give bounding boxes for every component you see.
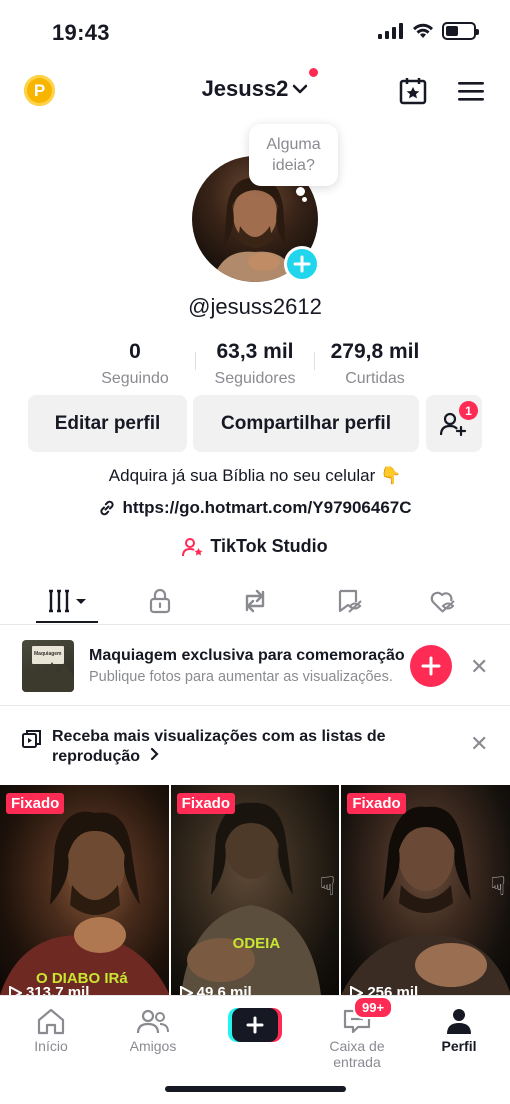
profile-icon [447, 1009, 471, 1034]
promo-title: Maquiagem exclusiva para comemoração [89, 647, 405, 664]
calendar-star-icon[interactable] [396, 74, 430, 108]
menu-icon[interactable] [454, 74, 488, 108]
username-label: Jesuss2 [201, 76, 289, 101]
trees-graphic [22, 662, 74, 692]
nav-profile[interactable]: Perfil [409, 1004, 509, 1054]
hand-pointer-icon: ☟ [319, 871, 336, 901]
stat-likes[interactable]: 279,8 mil Curtidas [320, 340, 430, 388]
play-icon [179, 985, 193, 995]
active-tab-indicator [36, 621, 98, 623]
add-avatar-button[interactable] [284, 246, 320, 282]
edit-profile-button[interactable]: Editar perfil [28, 395, 187, 452]
promo-subtitle: Publique fotos para aumentar as visualiz… [89, 669, 393, 685]
home-icon [37, 1008, 65, 1035]
video-thumbnail[interactable]: Fixado O DIABO IRá 313,7 mil [0, 785, 169, 995]
video-thumbnail[interactable]: Fixado ODEIA ☟ 49,6 mil [170, 785, 340, 995]
plus-icon [421, 656, 441, 676]
stat-value: 63,3 mil [216, 340, 294, 363]
heart-hidden-icon [430, 591, 455, 613]
tab-liked[interactable] [423, 586, 463, 616]
tab-private[interactable] [140, 586, 180, 616]
pinned-badge: Fixado [347, 793, 406, 814]
stat-value: 0 [129, 340, 141, 363]
stat-followers[interactable]: 63,3 mil Seguidores [200, 340, 310, 388]
video-art [341, 806, 510, 995]
stat-following[interactable]: 0 Seguindo [80, 340, 190, 388]
close-icon[interactable]: ✕ [470, 654, 488, 680]
pinned-badge: Fixado [6, 793, 65, 814]
stat-label: Seguindo [101, 370, 169, 387]
tab-reposts[interactable] [235, 586, 275, 616]
lock-icon [149, 588, 171, 614]
video-art [180, 802, 321, 995]
profile-bio: Adquira já sua Bíblia no seu celular 👇 [108, 466, 402, 485]
plus-icon [246, 1016, 264, 1034]
bubble-tail [296, 187, 305, 196]
stat-divider [314, 352, 315, 370]
tiktok-studio-link[interactable]: TikTok Studio [0, 536, 510, 557]
bubble-line-1: Alguma [266, 136, 321, 153]
nav-label: Amigos [129, 1038, 177, 1054]
link-text: https://go.hotmart.com/Y97906467C [122, 498, 412, 517]
studio-label: TikTok Studio [210, 536, 328, 556]
pinned-badge: Fixado [176, 793, 236, 814]
nav-label: Perfil [441, 1038, 477, 1054]
playlist-banner[interactable]: Receba mais visualizações com as listas … [0, 707, 510, 784]
inbox-badge: 99+ [353, 996, 394, 1019]
profile-tabs [0, 578, 510, 625]
play-icon [350, 985, 364, 995]
status-time: 19:43 [52, 20, 110, 45]
video-views: 313,7 mil [8, 984, 89, 995]
home-indicator [165, 1086, 346, 1092]
repost-icon [245, 589, 265, 613]
person-star-icon [182, 537, 203, 556]
video-overlay-text: ODEIA [232, 935, 281, 952]
wifi-icon [413, 23, 433, 38]
video-views: 256 mil [349, 984, 418, 995]
chevron-down-icon [293, 84, 308, 94]
status-icons [378, 22, 479, 40]
hand-pointer-icon: ☟ [490, 871, 507, 901]
tab-videos[interactable] [46, 586, 86, 616]
stat-value: 279,8 mil [330, 340, 420, 363]
share-profile-button[interactable]: Compartilhar perfil [193, 395, 419, 452]
chevron-right-icon [151, 747, 160, 761]
profile-link[interactable]: https://go.hotmart.com/Y97906467C [0, 498, 510, 518]
videos-grid-icon [49, 589, 86, 613]
stat-label: Curtidas [345, 370, 405, 387]
link-icon [100, 500, 115, 516]
notification-dot [309, 68, 319, 77]
bubble-line-2: ideia? [272, 157, 315, 174]
bubble-tail-small [302, 197, 307, 202]
video-views: 49,6 mil [179, 984, 252, 995]
idea-bubble[interactable]: Alguma ideia? [249, 124, 338, 186]
nav-friends[interactable]: Amigos [103, 1004, 203, 1054]
profile-handle: @jesuss2612 [188, 294, 322, 319]
nav-label: Início [34, 1038, 68, 1054]
create-button[interactable] [228, 1008, 282, 1042]
promo-add-button[interactable] [410, 645, 452, 687]
stat-divider [195, 352, 196, 370]
close-icon[interactable]: ✕ [470, 731, 488, 757]
promo-thumbnail: Maquiagem [22, 640, 74, 692]
playlist-title: Receba mais visualizações com as listas … [52, 728, 386, 765]
bookmark-hidden-icon [338, 589, 362, 613]
play-icon [9, 985, 22, 995]
battery-icon [442, 22, 479, 40]
video-art [0, 811, 169, 995]
nav-label: Caixa de entrada [329, 1038, 385, 1070]
username-switcher[interactable]: Jesuss2 [0, 68, 510, 102]
tab-favorites[interactable] [330, 586, 370, 616]
playlist-icon [22, 730, 41, 748]
stat-label: Seguidores [214, 370, 296, 387]
nav-home[interactable]: Início [1, 1004, 101, 1054]
video-thumbnail[interactable]: Fixado ☟ 256 mil [341, 785, 510, 995]
video-grid: Fixado O DIABO IRá 313,7 mil Fixado ODEI… [0, 785, 510, 995]
friends-icon [136, 1009, 169, 1034]
plus-icon [293, 255, 311, 273]
cellular-signal-icon [378, 23, 403, 39]
friend-requests-badge: 1 [459, 401, 478, 420]
